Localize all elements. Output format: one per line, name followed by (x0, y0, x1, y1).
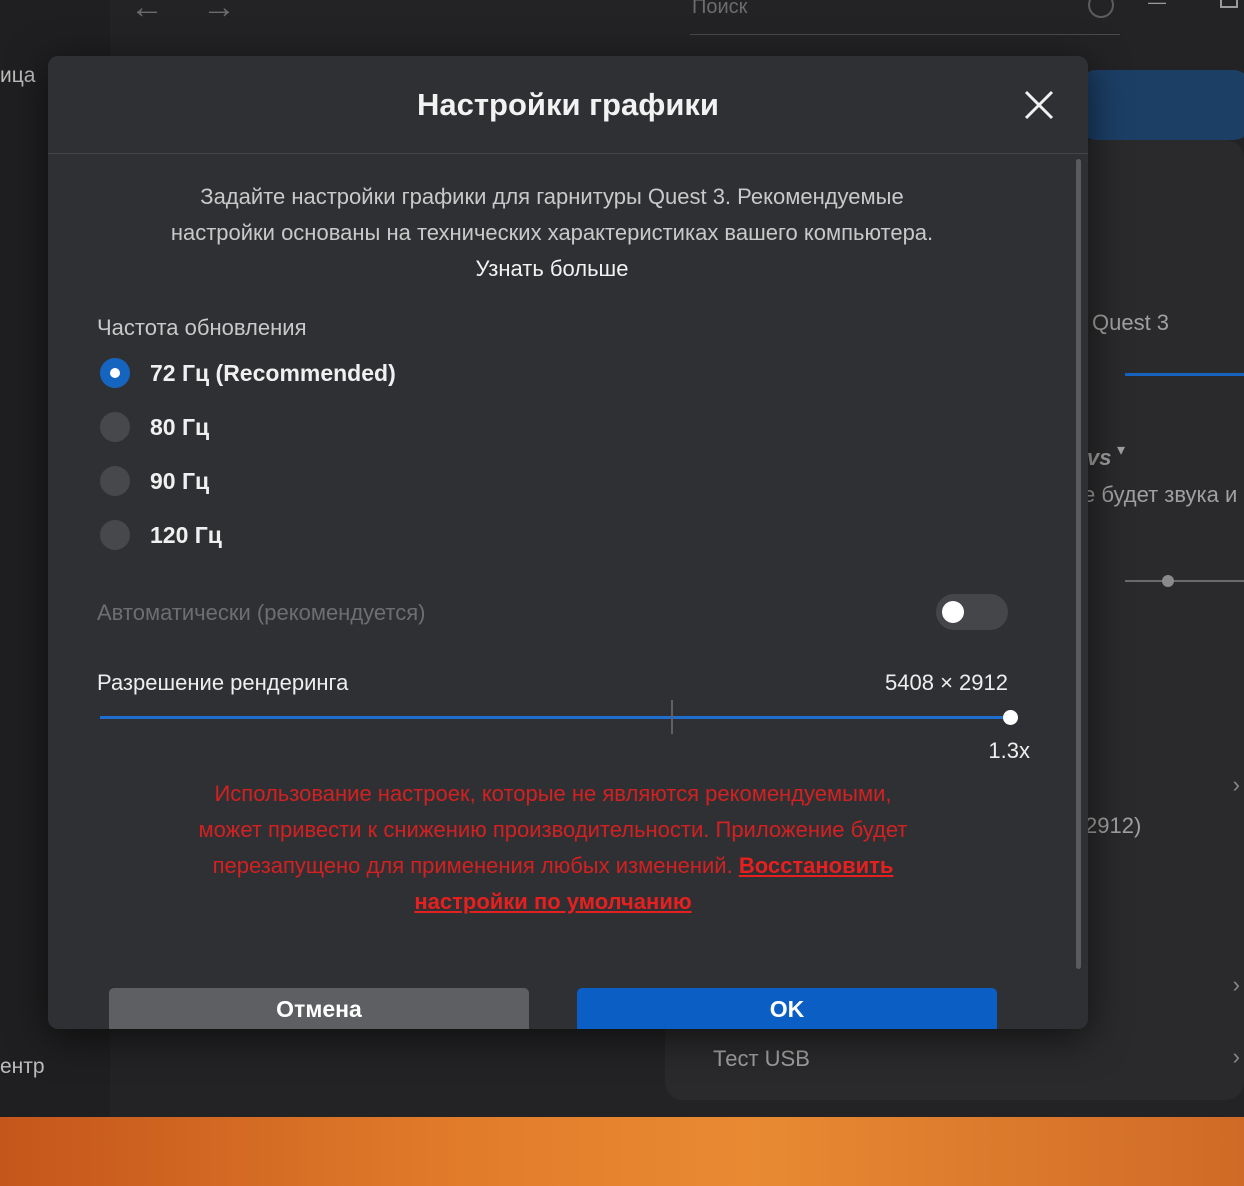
volume-bar[interactable] (1125, 373, 1244, 376)
mic-slider[interactable] (1125, 580, 1244, 582)
auto-toggle[interactable] (936, 594, 1008, 630)
toggle-knob (942, 601, 964, 623)
graphics-settings-dialog: Настройки графики Задайте настройки граф… (48, 56, 1088, 1029)
sidebar-item-partial[interactable]: ица (0, 64, 35, 88)
cancel-button[interactable]: Отмена (109, 988, 529, 1029)
close-button[interactable] (1022, 88, 1056, 122)
mic-slider-knob[interactable] (1162, 575, 1174, 587)
radio-label: 72 Гц (Recommended) (150, 359, 396, 386)
dialog-scrollbar[interactable] (1076, 159, 1081, 969)
slider-thumb[interactable] (1003, 710, 1018, 725)
radio-label: 120 Гц (150, 521, 222, 548)
warning-message: Использование настроек, которые не являю… (198, 776, 908, 920)
radio-option-120hz[interactable]: 120 Гц (100, 519, 222, 551)
radio-button[interactable] (100, 412, 130, 442)
chevron-right-icon[interactable]: › (1233, 972, 1240, 998)
render-resolution-slider[interactable] (100, 698, 1018, 736)
radio-label: 80 Гц (150, 413, 210, 440)
radio-button[interactable] (100, 520, 130, 550)
radio-button[interactable] (100, 466, 130, 496)
refresh-rate-label: Частота обновления (97, 315, 307, 340)
background-blue-button[interactable] (1080, 70, 1244, 140)
forward-arrow-icon[interactable]: → (202, 0, 236, 27)
auto-setting-label: Автоматически (рекомендуется) (97, 600, 426, 625)
chevron-right-icon[interactable]: › (1233, 1044, 1240, 1070)
radio-label: 90 Гц (150, 467, 210, 494)
dialog-title: Настройки графики (416, 87, 719, 122)
slider-track (100, 716, 1010, 719)
back-arrow-icon[interactable]: ← (130, 0, 164, 27)
ok-label: OK (769, 995, 805, 1022)
audio-note-partial: е будет звука и (1083, 482, 1238, 507)
caret-down-icon: ▾ (1117, 442, 1126, 459)
intro-description: Задайте настройки графики для гарнитуры … (170, 184, 934, 245)
maximize-icon[interactable] (1220, 0, 1238, 8)
dropdown-partial[interactable]: vs (1087, 445, 1111, 471)
resolution-partial: 2912) (1085, 813, 1142, 838)
cancel-label: Отмена (276, 995, 362, 1022)
slider-default-tick (670, 700, 673, 734)
radio-option-90hz[interactable]: 90 Гц (100, 465, 209, 497)
close-icon (1024, 90, 1054, 120)
chevron-right-icon[interactable]: › (1233, 772, 1240, 798)
render-scale-label: 1.3x (988, 738, 1030, 763)
radio-option-72hz[interactable]: 72 Гц (Recommended) (100, 357, 396, 389)
learn-more-link[interactable]: Узнать больше (476, 256, 629, 281)
usb-test-item[interactable]: Тест USB (713, 1046, 810, 1072)
intro-text: Задайте настройки графики для гарнитуры … (168, 179, 936, 287)
search-input[interactable]: Поиск (690, 0, 1120, 35)
dialog-header: Настройки графики (48, 56, 1088, 154)
desktop-wallpaper (0, 1117, 1244, 1186)
radio-button[interactable] (100, 358, 130, 388)
radio-option-80hz[interactable]: 80 Гц (100, 411, 209, 443)
minimize-icon[interactable]: — (1148, 0, 1166, 13)
sidebar-item-partial[interactable]: ентр (0, 1055, 45, 1079)
search-icon (1088, 0, 1114, 18)
render-resolution-label: Разрешение рендеринга (97, 670, 349, 695)
ok-button[interactable]: OK (577, 988, 997, 1029)
render-resolution-value: 5408 × 2912 (885, 670, 1008, 695)
search-placeholder: Поиск (692, 0, 748, 18)
headset-name: Quest 3 (1092, 310, 1170, 335)
